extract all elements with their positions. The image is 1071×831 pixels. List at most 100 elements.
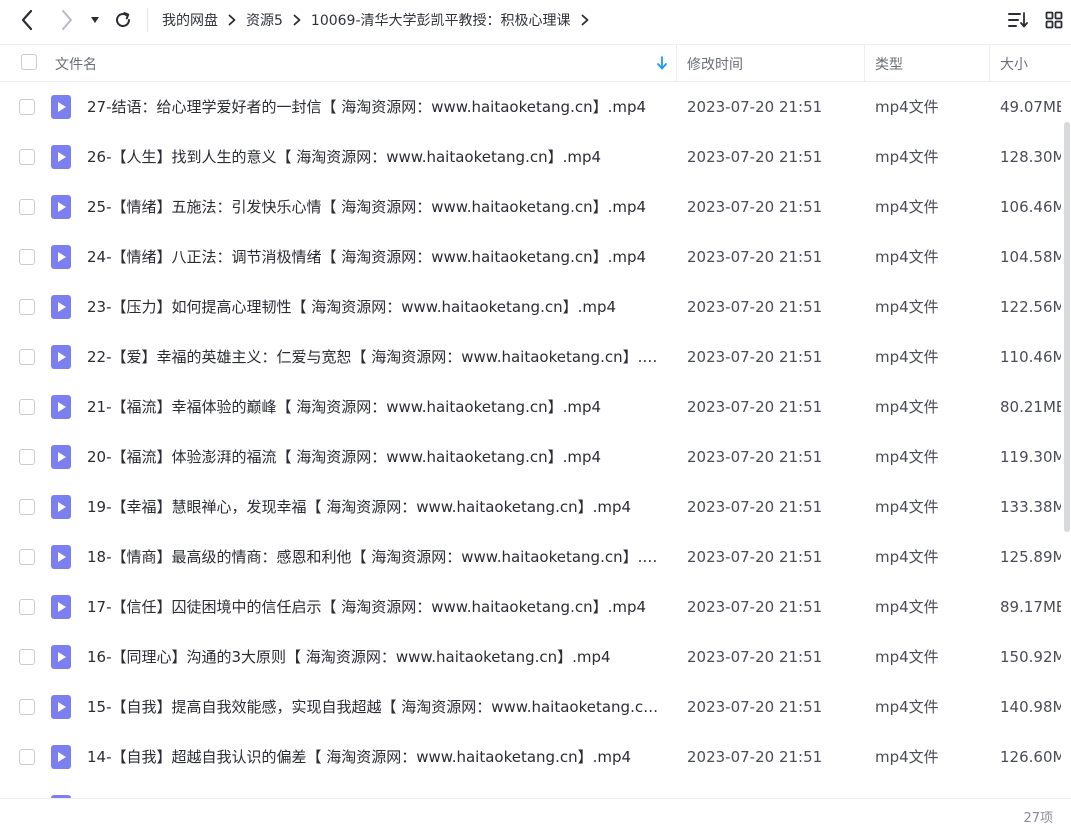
file-type: mp4文件: [875, 298, 939, 316]
column-header-size[interactable]: 大小: [1000, 45, 1028, 82]
file-row[interactable]: 25-【情绪】五施法：引发快乐心情【 海淘资源网：www.haitaoketan…: [0, 182, 1061, 232]
row-checkbox[interactable]: [19, 99, 35, 115]
row-checkbox[interactable]: [19, 399, 35, 415]
row-checkbox[interactable]: [19, 349, 35, 365]
file-modified-time: 2023-07-20 21:51: [687, 98, 823, 116]
row-checkbox[interactable]: [19, 549, 35, 565]
file-type: mp4文件: [875, 148, 939, 166]
file-row[interactable]: 24-【情绪】八正法：调节消极情绪【 海淘资源网：www.haitaoketan…: [0, 232, 1061, 282]
row-checkbox[interactable]: [19, 499, 35, 515]
video-file-icon: [51, 95, 71, 119]
file-modified-time: 2023-07-20 21:51: [687, 698, 823, 716]
row-checkbox[interactable]: [19, 749, 35, 765]
history-dropdown-button[interactable]: [88, 7, 102, 33]
file-row[interactable]: 20-【福流】体验澎湃的福流【 海淘资源网：www.haitaoketang.c…: [0, 432, 1061, 482]
file-name[interactable]: [87, 782, 665, 798]
file-type: mp4文件: [875, 648, 939, 666]
file-name[interactable]: 14-【自我】超越自我认识的偏差【 海淘资源网：www.haitaoketang…: [87, 732, 665, 782]
vertical-scrollbar[interactable]: [1063, 82, 1071, 798]
column-divider[interactable]: [864, 45, 865, 82]
select-all-checkbox[interactable]: [21, 54, 37, 70]
video-file-icon: [51, 495, 71, 519]
file-name[interactable]: 19-【幸福】慧眼禅心，发现幸福【 海淘资源网：www.haitaoketang…: [87, 482, 665, 532]
file-name[interactable]: 16-【同理心】沟通的3大原则【 海淘资源网：www.haitaoketang.…: [87, 632, 665, 682]
file-modified-time: 2023-07-20 21:51: [687, 548, 823, 566]
row-checkbox[interactable]: [19, 149, 35, 165]
forward-button[interactable]: [54, 7, 80, 33]
file-row[interactable]: 22-【爱】幸福的英雄主义：仁爱与宽恕【 海淘资源网：www.haitaoket…: [0, 332, 1061, 382]
breadcrumb-item-current[interactable]: 10069-清华大学彭凯平教授：积极心理课: [311, 10, 571, 30]
file-row[interactable]: 23-【压力】如何提高心理韧性【 海淘资源网：www.haitaoketang.…: [0, 282, 1061, 332]
file-type: mp4文件: [875, 748, 939, 766]
sort-arrow-down-icon: [657, 56, 667, 70]
file-size: 133.38MB: [1000, 498, 1061, 516]
file-size: 106.46MB: [1000, 198, 1061, 216]
refresh-icon: [116, 12, 130, 27]
file-size: 125.89MB: [1000, 548, 1061, 566]
file-type: mp4文件: [875, 598, 939, 616]
video-file-icon: [51, 195, 71, 219]
file-type: mp4文件: [875, 548, 939, 566]
file-size: 140.98MB: [1000, 698, 1061, 716]
breadcrumb-item-folder[interactable]: 资源5: [246, 10, 283, 30]
row-checkbox[interactable]: [19, 249, 35, 265]
sort-button[interactable]: [1005, 8, 1031, 32]
file-modified-time: 2023-07-20 21:51: [687, 148, 823, 166]
file-name[interactable]: 22-【爱】幸福的英雄主义：仁爱与宽恕【 海淘资源网：www.haitaoket…: [87, 332, 665, 382]
column-header: 文件名 修改时间 类型 大小: [0, 44, 1071, 82]
scrollbar-thumb[interactable]: [1064, 122, 1070, 532]
breadcrumb: 我的网盘 资源5 10069-清华大学彭凯平教授：积极心理课: [162, 0, 599, 40]
breadcrumb-item-root[interactable]: 我的网盘: [162, 10, 218, 30]
breadcrumb-chevron-icon[interactable]: [581, 14, 589, 26]
file-name[interactable]: 25-【情绪】五施法：引发快乐心情【 海淘资源网：www.haitaoketan…: [87, 182, 665, 232]
file-modified-time: 2023-07-20 21:51: [687, 748, 823, 766]
file-row[interactable]: 27-结语：给心理学爱好者的一封信【 海淘资源网：www.haitaoketan…: [0, 82, 1061, 132]
file-size: 104.58MB: [1000, 248, 1061, 266]
row-checkbox[interactable]: [19, 599, 35, 615]
file-row[interactable]: 17-【信任】囚徒困境中的信任启示【 海淘资源网：www.haitaoketan…: [0, 582, 1061, 632]
row-checkbox[interactable]: [19, 449, 35, 465]
view-toggle-button[interactable]: [1041, 8, 1067, 32]
caret-down-icon: [91, 17, 99, 23]
refresh-button[interactable]: [110, 7, 136, 33]
file-size: 80.21MB: [1000, 398, 1061, 416]
file-row[interactable]: 21-【福流】幸福体验的巅峰【 海淘资源网：www.haitaoketang.c…: [0, 382, 1061, 432]
file-type: mp4文件: [875, 698, 939, 716]
video-file-icon: [51, 645, 71, 669]
file-modified-time: 2023-07-20 21:51: [687, 348, 823, 366]
file-row[interactable]: [0, 782, 1061, 798]
file-name[interactable]: 23-【压力】如何提高心理韧性【 海淘资源网：www.haitaoketang.…: [87, 282, 665, 332]
row-checkbox[interactable]: [19, 649, 35, 665]
column-header-time[interactable]: 修改时间: [687, 45, 743, 82]
file-name[interactable]: 18-【情商】最高级的情商：感恩和利他【 海淘资源网：www.haitaoket…: [87, 532, 665, 582]
file-name[interactable]: 27-结语：给心理学爱好者的一封信【 海淘资源网：www.haitaoketan…: [87, 82, 665, 132]
file-type: mp4文件: [875, 498, 939, 516]
breadcrumb-chevron-icon: [293, 14, 301, 26]
file-name[interactable]: 20-【福流】体验澎湃的福流【 海淘资源网：www.haitaoketang.c…: [87, 432, 665, 482]
file-name[interactable]: 26-【人生】找到人生的意义【 海淘资源网：www.haitaoketang.c…: [87, 132, 665, 182]
column-header-name[interactable]: 文件名: [55, 45, 97, 82]
file-size: 128.30MB: [1000, 148, 1061, 166]
file-name[interactable]: 17-【信任】囚徒困境中的信任启示【 海淘资源网：www.haitaoketan…: [87, 582, 665, 632]
file-row[interactable]: 16-【同理心】沟通的3大原则【 海淘资源网：www.haitaoketang.…: [0, 632, 1061, 682]
back-button[interactable]: [14, 7, 40, 33]
item-count: 27项: [1023, 811, 1053, 826]
column-divider[interactable]: [676, 45, 677, 82]
file-row[interactable]: 26-【人生】找到人生的意义【 海淘资源网：www.haitaoketang.c…: [0, 132, 1061, 182]
row-checkbox[interactable]: [19, 699, 35, 715]
column-header-type[interactable]: 类型: [875, 45, 903, 82]
file-name[interactable]: 21-【福流】幸福体验的巅峰【 海淘资源网：www.haitaoketang.c…: [87, 382, 665, 432]
file-row[interactable]: 15-【自我】提高自我效能感，实现自我超越【 海淘资源网：www.haitaok…: [0, 682, 1061, 732]
file-name[interactable]: 24-【情绪】八正法：调节消极情绪【 海淘资源网：www.haitaoketan…: [87, 232, 665, 282]
file-row[interactable]: 19-【幸福】慧眼禅心，发现幸福【 海淘资源网：www.haitaoketang…: [0, 482, 1061, 532]
file-modified-time: 2023-07-20 21:51: [687, 448, 823, 466]
file-row[interactable]: 14-【自我】超越自我认识的偏差【 海淘资源网：www.haitaoketang…: [0, 732, 1061, 782]
row-checkbox[interactable]: [19, 199, 35, 215]
file-name[interactable]: 15-【自我】提高自我效能感，实现自我超越【 海淘资源网：www.haitaok…: [87, 682, 665, 732]
file-row[interactable]: 18-【情商】最高级的情商：感恩和利他【 海淘资源网：www.haitaoket…: [0, 532, 1061, 582]
column-divider[interactable]: [989, 45, 990, 82]
row-checkbox[interactable]: [19, 299, 35, 315]
file-list: 27-结语：给心理学爱好者的一封信【 海淘资源网：www.haitaoketan…: [0, 82, 1061, 798]
breadcrumb-chevron-icon: [228, 14, 236, 26]
file-modified-time: 2023-07-20 21:51: [687, 398, 823, 416]
